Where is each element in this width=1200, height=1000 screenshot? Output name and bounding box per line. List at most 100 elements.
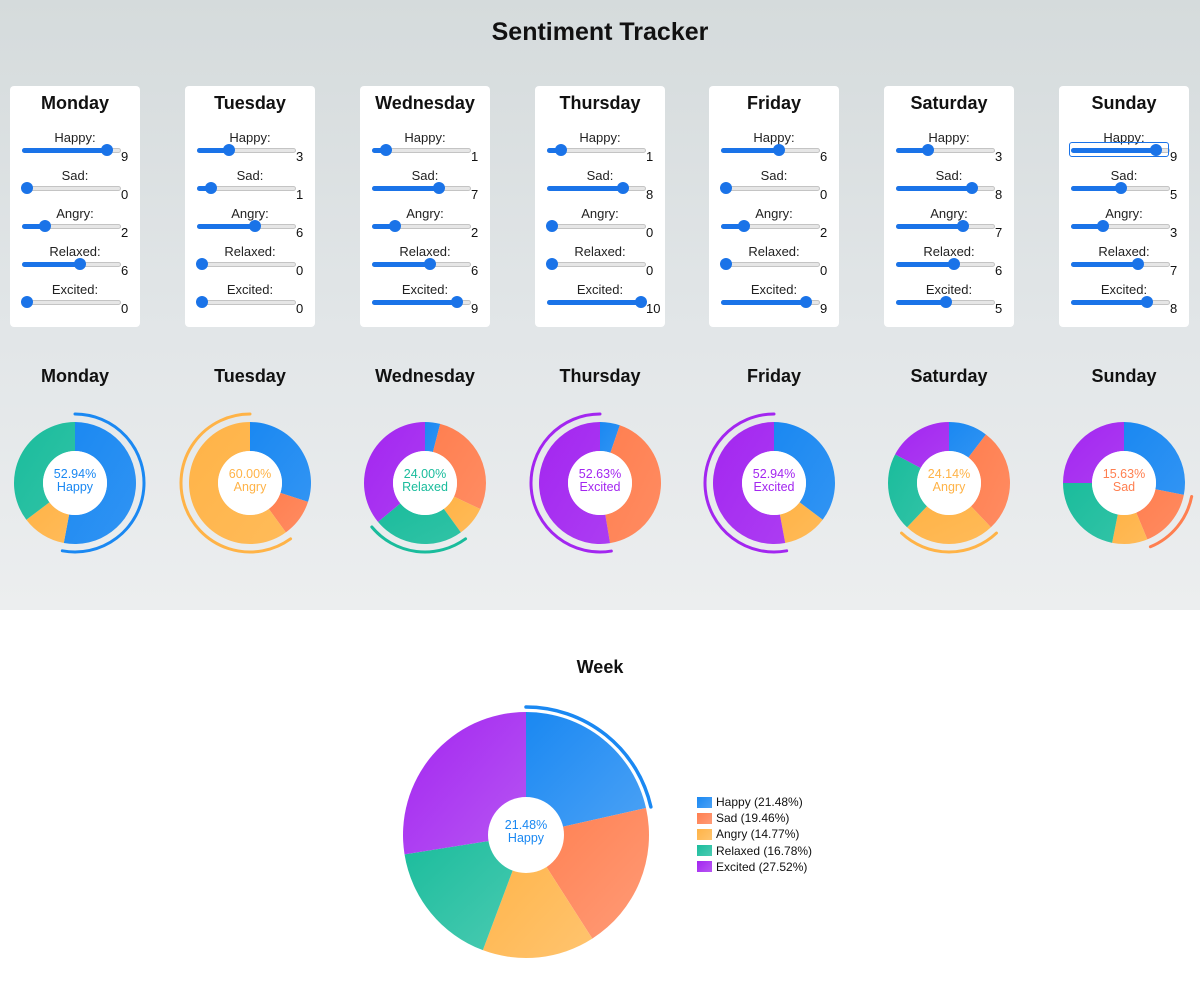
slider-thumb[interactable] bbox=[222, 144, 235, 156]
slider-thumb[interactable] bbox=[388, 220, 401, 232]
slider-thumb[interactable] bbox=[939, 296, 952, 308]
slider-fill bbox=[1071, 300, 1148, 305]
slider-label: Relaxed: bbox=[748, 244, 800, 259]
slider-thumb[interactable] bbox=[546, 220, 558, 232]
chart-title-saturday: Saturday bbox=[910, 366, 988, 386]
legend-swatch bbox=[697, 812, 712, 824]
slider-track[interactable] bbox=[547, 262, 646, 267]
day-card-title: Monday bbox=[40, 93, 109, 113]
slider-fill bbox=[197, 224, 256, 229]
slider-value: 6 bbox=[820, 149, 828, 164]
legend-item-angry[interactable]: Angry (14.77%) bbox=[697, 826, 812, 842]
legend-item-relaxed[interactable]: Relaxed (16.78%) bbox=[697, 843, 812, 859]
chart-title-thursday: Thursday bbox=[559, 366, 641, 386]
center-label: Excited bbox=[754, 480, 795, 494]
slider-thumb[interactable] bbox=[451, 296, 464, 308]
slider-value: 9 bbox=[471, 301, 479, 316]
slider-label: Angry: bbox=[581, 206, 619, 221]
slider-value: 6 bbox=[995, 263, 1003, 278]
center-percent: 52.94% bbox=[54, 467, 96, 481]
slider-track[interactable] bbox=[22, 186, 121, 191]
slider-fill bbox=[896, 224, 964, 229]
slider-value: 6 bbox=[121, 263, 129, 278]
slider-thumb[interactable] bbox=[554, 144, 567, 156]
slider-label: Angry: bbox=[755, 206, 793, 221]
slider-value: 0 bbox=[121, 187, 129, 202]
slider-label: Angry: bbox=[406, 206, 444, 221]
legend-item-excited[interactable]: Excited (27.52%) bbox=[697, 859, 812, 875]
slider-track[interactable] bbox=[22, 300, 121, 305]
slider-track[interactable] bbox=[721, 186, 820, 191]
slider-label: Relaxed: bbox=[224, 244, 276, 259]
slider-happy: Happy: 1 bbox=[360, 130, 490, 168]
slider-thumb[interactable] bbox=[773, 144, 786, 156]
slider-thumb[interactable] bbox=[957, 220, 970, 232]
slider-thumb[interactable] bbox=[38, 220, 51, 232]
slider-value: 0 bbox=[820, 187, 828, 202]
center-percent: 24.00% bbox=[404, 467, 446, 481]
slider-thumb[interactable] bbox=[74, 258, 87, 270]
slider-fill bbox=[1071, 262, 1139, 267]
slider-thumb[interactable] bbox=[379, 144, 392, 156]
slider-thumb[interactable] bbox=[196, 258, 208, 270]
slider-thumb[interactable] bbox=[204, 182, 217, 194]
slider-value: 7 bbox=[995, 225, 1003, 240]
slider-value: 5 bbox=[995, 301, 1003, 316]
center-label: Happy bbox=[57, 480, 94, 494]
slider-thumb[interactable] bbox=[737, 220, 750, 232]
slider-excited: Excited: 10 bbox=[535, 282, 665, 320]
slider-value: 2 bbox=[121, 225, 129, 240]
slider-thumb[interactable] bbox=[720, 182, 732, 194]
slider-thumb[interactable] bbox=[249, 220, 262, 232]
slider-thumb[interactable] bbox=[424, 258, 437, 270]
slider-track[interactable] bbox=[721, 262, 820, 267]
slider-value: 9 bbox=[121, 149, 129, 164]
slider-thumb[interactable] bbox=[101, 144, 114, 156]
slider-thumb[interactable] bbox=[21, 182, 33, 194]
center-percent: 52.63% bbox=[579, 467, 621, 481]
slider-angry: Angry: 7 bbox=[884, 206, 1014, 244]
slider-track[interactable] bbox=[197, 262, 296, 267]
slider-thumb[interactable] bbox=[196, 296, 208, 308]
slider-value: 3 bbox=[296, 149, 304, 164]
slider-value: 9 bbox=[820, 301, 828, 316]
chart-title-tuesday: Tuesday bbox=[214, 366, 286, 386]
slider-value: 8 bbox=[1170, 301, 1178, 316]
slider-label: Sad: bbox=[411, 168, 439, 183]
slider-label: Sad: bbox=[586, 168, 614, 183]
slider-thumb[interactable] bbox=[921, 144, 934, 156]
slider-thumb[interactable] bbox=[1114, 182, 1127, 194]
slider-track[interactable] bbox=[547, 224, 646, 229]
slider-thumb[interactable] bbox=[433, 182, 446, 194]
slider-thumb[interactable] bbox=[1141, 296, 1154, 308]
donut-chart-wednesday: 24.00%Relaxed bbox=[364, 422, 486, 554]
slider-label: Angry: bbox=[56, 206, 94, 221]
legend-item-sad[interactable]: Sad (19.46%) bbox=[697, 810, 812, 826]
legend-swatch bbox=[697, 796, 712, 808]
slider-value: 1 bbox=[296, 187, 304, 202]
legend-item-happy[interactable]: Happy (21.48%) bbox=[697, 794, 812, 810]
legend-label: Sad (19.46%) bbox=[716, 811, 790, 826]
slider-relaxed: Relaxed: 6 bbox=[884, 244, 1014, 282]
slider-label: Sad: bbox=[760, 168, 788, 183]
slider-value: 8 bbox=[646, 187, 654, 202]
slider-label: Relaxed: bbox=[49, 244, 101, 259]
chart-title-friday: Friday bbox=[746, 366, 802, 386]
slider-thumb[interactable] bbox=[21, 296, 33, 308]
slider-thumb[interactable] bbox=[617, 182, 630, 194]
donut-chart-sunday: 15.63%Sad bbox=[1063, 422, 1194, 549]
slider-thumb[interactable] bbox=[800, 296, 813, 308]
slider-thumb[interactable] bbox=[546, 258, 558, 270]
slider-value: 6 bbox=[296, 225, 304, 240]
slider-label: Relaxed: bbox=[923, 244, 975, 259]
slider-thumb[interactable] bbox=[1132, 258, 1145, 270]
slider-thumb[interactable] bbox=[948, 258, 961, 270]
donut-chart-thursday: 52.63%Excited bbox=[529, 412, 661, 554]
slider-track[interactable] bbox=[197, 300, 296, 305]
slider-angry: Angry: 2 bbox=[709, 206, 839, 244]
slider-thumb[interactable] bbox=[720, 258, 732, 270]
slider-thumb[interactable] bbox=[966, 182, 979, 194]
slider-thumb[interactable] bbox=[1096, 220, 1109, 232]
donut-chart-saturday: 24.14%Angry bbox=[888, 422, 1010, 554]
slider-label: Excited: bbox=[750, 282, 798, 297]
